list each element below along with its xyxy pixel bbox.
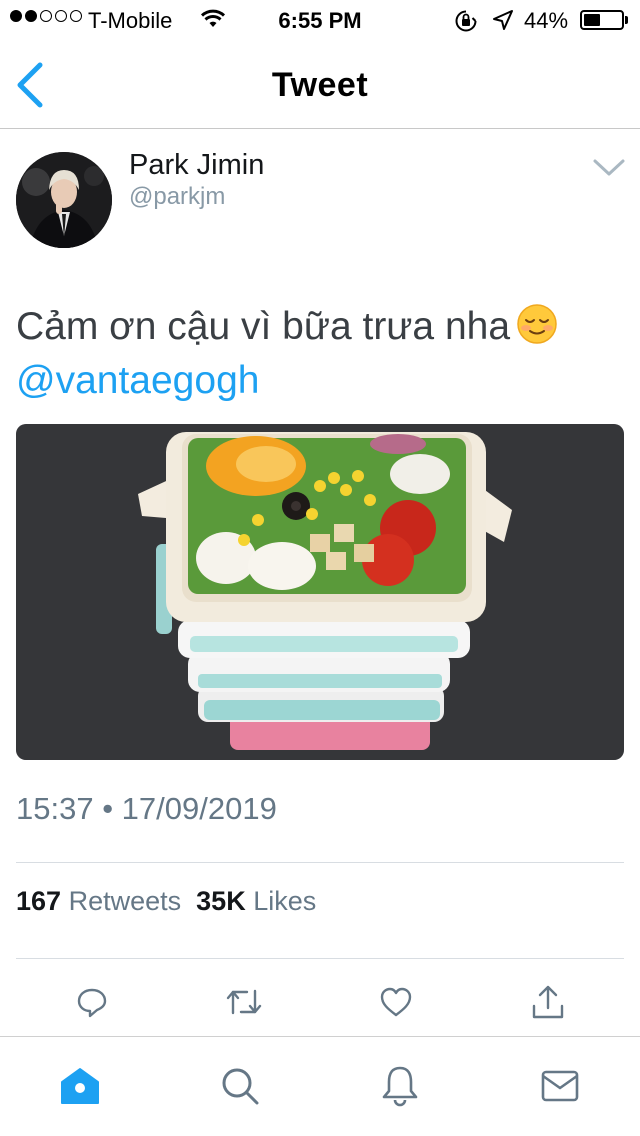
divider [16, 862, 624, 863]
reply-icon[interactable] [72, 982, 112, 1022]
retweet-label[interactable]: Retweets [69, 886, 182, 916]
like-icon[interactable] [376, 982, 416, 1022]
avatar[interactable] [16, 152, 112, 248]
nav-divider [0, 128, 640, 129]
home-icon[interactable] [58, 1062, 102, 1110]
location-arrow-icon [492, 9, 514, 37]
share-icon[interactable] [528, 982, 568, 1022]
like-count[interactable]: 35K [196, 886, 246, 916]
author-handle[interactable]: @parkjm [129, 183, 225, 211]
engagement-counts: 167 Retweets 35K Likes [16, 886, 316, 917]
page-title: Tweet [271, 66, 369, 104]
divider [16, 958, 624, 959]
retweet-count[interactable]: 167 [16, 886, 61, 916]
search-icon[interactable] [218, 1062, 262, 1110]
battery-nub [625, 16, 628, 24]
tweet-text: Cảm ơn cậu vì bữa trưa nha @vantaegogh [16, 300, 626, 408]
battery-icon [580, 10, 624, 30]
notifications-icon[interactable] [378, 1062, 422, 1110]
messages-icon[interactable] [538, 1062, 582, 1110]
tweet-body: Cảm ơn cậu vì bữa trưa nha [16, 305, 511, 348]
tab-bar-divider [0, 1036, 640, 1037]
rotation-lock-icon [454, 9, 478, 39]
battery-percent: 44% [524, 8, 569, 33]
smiling-face-emoji-icon [516, 303, 558, 345]
chevron-down-icon[interactable] [592, 158, 626, 183]
like-label[interactable]: Likes [253, 886, 316, 916]
mention-link[interactable]: @vantaegogh [16, 359, 259, 402]
author-name[interactable]: Park Jimin [129, 149, 264, 182]
tweet-photo[interactable] [16, 424, 624, 760]
tweet-timestamp: 15:37 • 17/09/2019 [16, 791, 277, 826]
retweet-icon[interactable] [224, 982, 264, 1022]
status-bar: T-Mobile 6:55 PM 44% [0, 0, 640, 40]
